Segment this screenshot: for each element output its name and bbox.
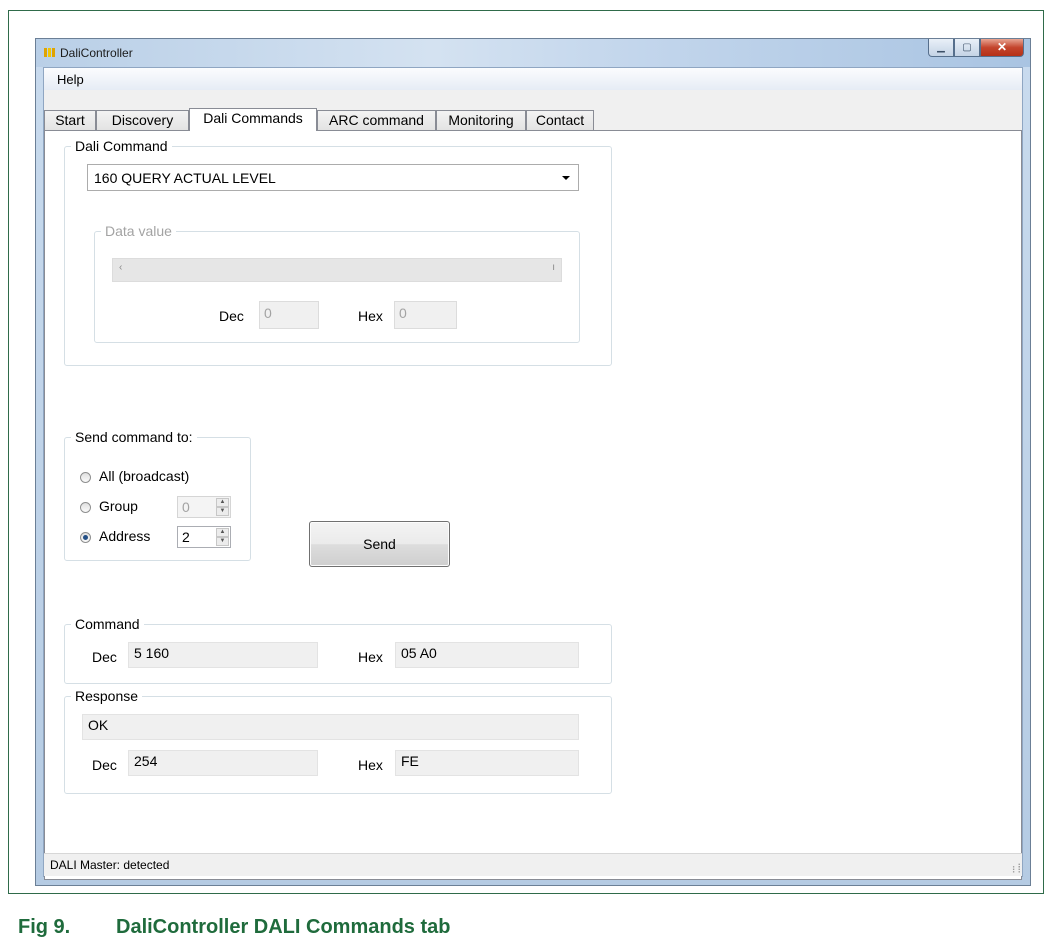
response-hex-label: Hex <box>358 757 383 773</box>
tab-discovery[interactable]: Discovery <box>96 110 189 130</box>
tab-dali-commands[interactable]: Dali Commands <box>189 108 317 131</box>
address-stepper[interactable]: 2 ▲ ▼ <box>177 526 231 548</box>
tab-monitoring[interactable]: Monitoring <box>436 110 526 130</box>
response-group-label: Response <box>71 688 143 704</box>
dali-command-group: Dali Command 160 QUERY ACTUAL LEVEL Data… <box>64 138 612 366</box>
menu-help[interactable]: Help <box>57 72 84 87</box>
title-bar[interactable]: DaliController ▁ ▢ ✕ <box>36 39 1030 67</box>
data-value-group: Data value ‹ ı Dec 0 Hex 0 <box>94 223 580 343</box>
radio-address[interactable] <box>80 532 91 543</box>
response-dec-label: Dec <box>92 757 117 773</box>
chevron-down-icon[interactable] <box>562 176 570 180</box>
app-window: DaliController ▁ ▢ ✕ Help Start Discover… <box>35 38 1031 886</box>
command-hex-label: Hex <box>358 649 383 665</box>
tab-arc-command[interactable]: ARC command <box>317 110 436 130</box>
command-group: Command Dec 5 160 Hex 05 A0 <box>64 616 612 684</box>
minimize-icon[interactable]: ▁ <box>928 39 954 57</box>
window-controls: ▁ ▢ ✕ <box>928 39 1024 59</box>
command-dec-field[interactable]: 5 160 <box>128 642 318 668</box>
response-text-field[interactable]: OK <box>82 714 579 740</box>
maximize-icon[interactable]: ▢ <box>954 39 980 57</box>
radio-address-label[interactable]: Address <box>99 528 150 544</box>
address-stepper-value: 2 <box>182 529 190 545</box>
radio-all-broadcast-label[interactable]: All (broadcast) <box>99 468 189 484</box>
data-hex-label: Hex <box>358 308 383 324</box>
radio-group-label[interactable]: Group <box>99 498 138 514</box>
group-stepper-value: 0 <box>182 499 190 515</box>
send-to-group: Send command to: All (broadcast) Group 0… <box>64 429 251 561</box>
menu-bar: Help <box>44 68 1022 90</box>
app-icon <box>44 48 56 57</box>
dali-command-group-label: Dali Command <box>71 138 172 154</box>
window-title: DaliController <box>60 46 133 60</box>
slider-thumb-icon[interactable]: ‹ <box>119 262 122 273</box>
radio-group[interactable] <box>80 502 91 513</box>
figure-caption-text: DaliController DALI Commands tab <box>116 916 451 938</box>
tab-start[interactable]: Start <box>44 110 96 130</box>
stepper-up-icon[interactable]: ▲ <box>216 498 229 507</box>
tab-contact[interactable]: Contact <box>526 110 594 130</box>
dali-command-selected: 160 QUERY ACTUAL LEVEL <box>94 170 276 186</box>
data-dec-label: Dec <box>219 308 244 324</box>
command-hex-field[interactable]: 05 A0 <box>395 642 579 668</box>
response-hex-field[interactable]: FE <box>395 750 579 776</box>
close-icon[interactable]: ✕ <box>980 39 1024 57</box>
resize-grip-icon[interactable]: ⠠⠰ ⠰⠸ <box>1009 861 1021 875</box>
stepper-down-icon[interactable]: ▼ <box>216 537 229 546</box>
send-to-group-label: Send command to: <box>71 429 197 445</box>
figure-caption: Fig 9. DaliController DALI Commands tab <box>18 916 450 939</box>
dali-command-select[interactable]: 160 QUERY ACTUAL LEVEL <box>87 164 579 191</box>
command-dec-label: Dec <box>92 649 117 665</box>
command-group-label: Command <box>71 616 144 632</box>
send-button[interactable]: Send <box>309 521 450 567</box>
response-dec-field[interactable]: 254 <box>128 750 318 776</box>
client-area: Help Start Discovery Dali Commands ARC c… <box>43 67 1023 880</box>
data-value-group-label: Data value <box>101 223 176 239</box>
stepper-up-icon[interactable]: ▲ <box>216 528 229 537</box>
stepper-down-icon[interactable]: ▼ <box>216 507 229 516</box>
tab-page-dali-commands: Dali Command 160 QUERY ACTUAL LEVEL Data… <box>44 130 1022 880</box>
status-text: DALI Master: detected <box>50 858 170 872</box>
group-stepper[interactable]: 0 ▲ ▼ <box>177 496 231 518</box>
response-group: Response OK Dec 254 Hex FE <box>64 688 612 794</box>
slider-tick-icon: ı <box>552 262 555 273</box>
figure-number: Fig 9. <box>18 916 71 938</box>
data-hex-field[interactable]: 0 <box>394 301 457 329</box>
radio-all-broadcast[interactable] <box>80 472 91 483</box>
data-value-slider[interactable]: ‹ ı <box>112 258 562 282</box>
data-dec-field[interactable]: 0 <box>259 301 319 329</box>
status-bar: DALI Master: detected ⠠⠰ ⠰⠸ <box>44 853 1022 876</box>
